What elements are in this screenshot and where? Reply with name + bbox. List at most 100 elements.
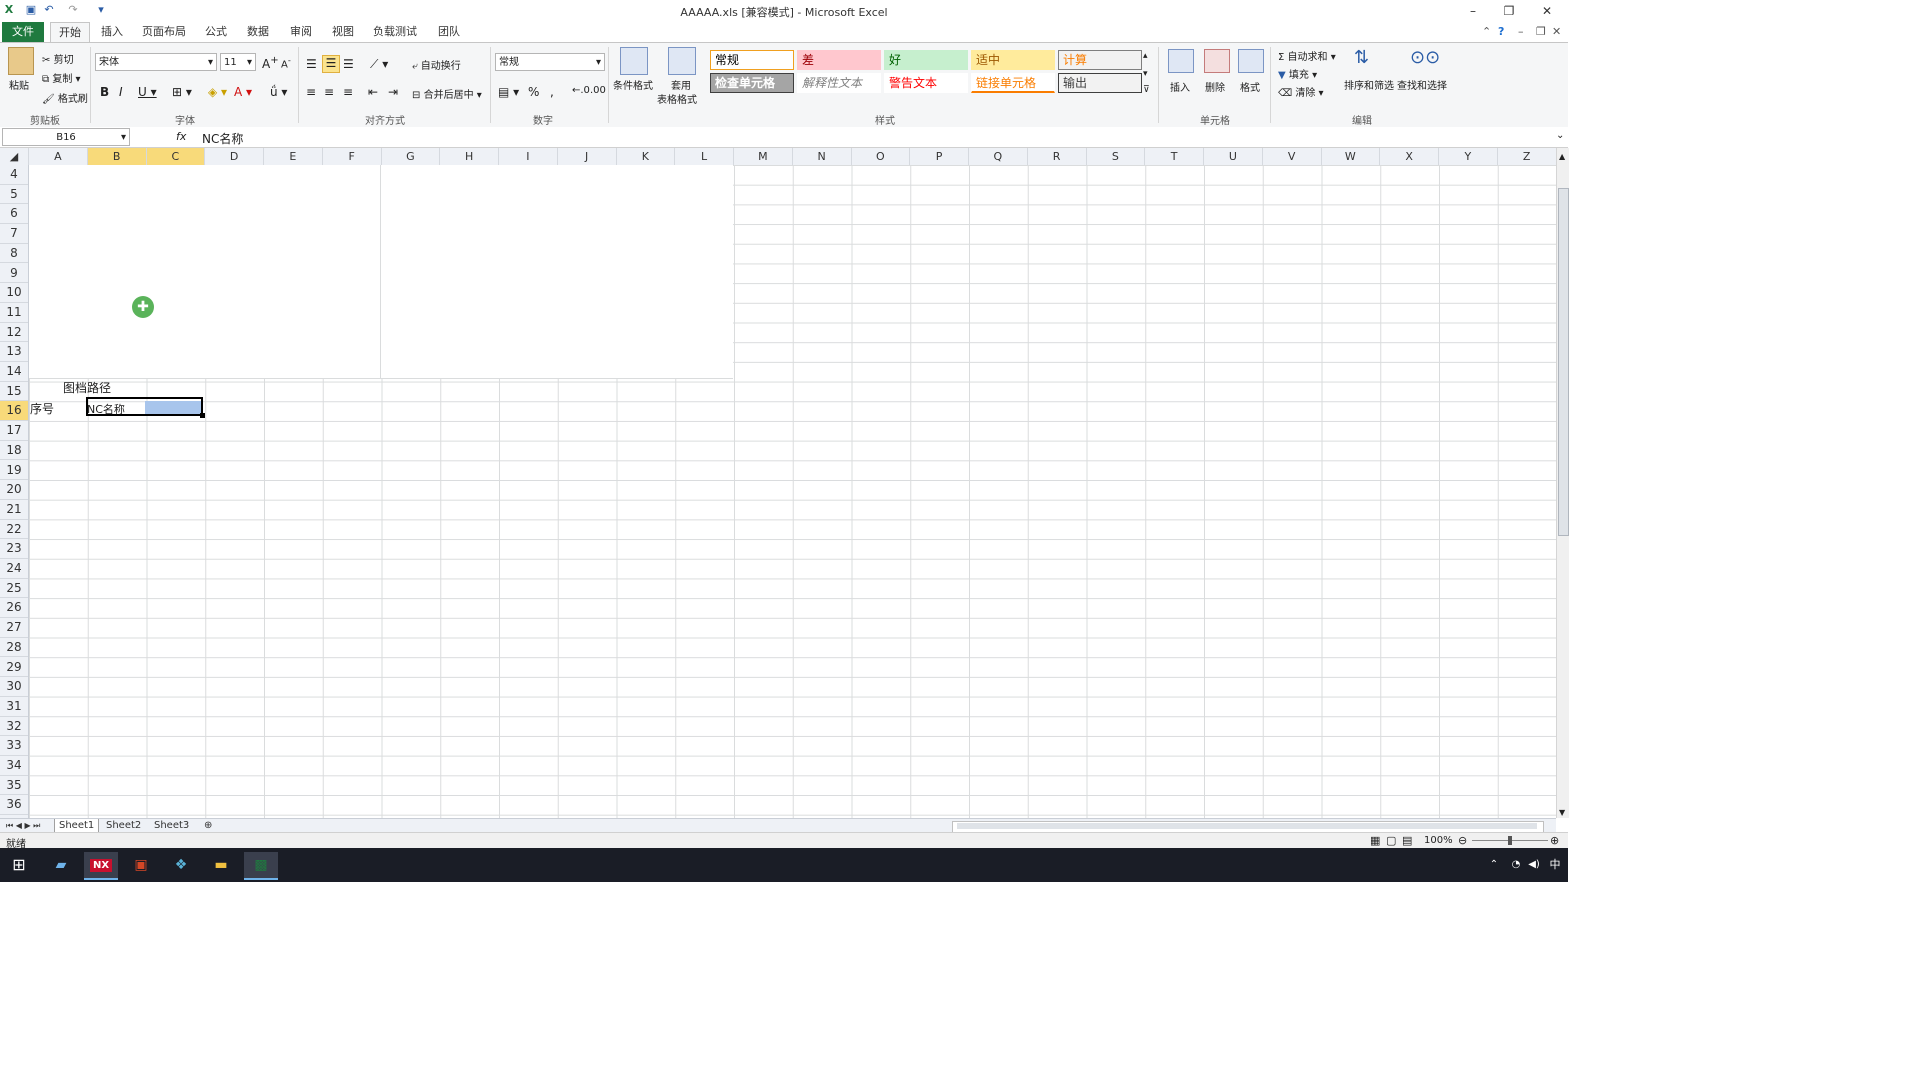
row-header-15[interactable]: 15 bbox=[0, 382, 28, 402]
column-header-b[interactable]: B bbox=[87, 148, 147, 165]
nx-app-icon[interactable]: NX bbox=[84, 852, 118, 880]
font-name-select[interactable]: 宋体 ▾ bbox=[95, 53, 217, 71]
align-left-icon[interactable]: ≡ bbox=[306, 85, 316, 99]
row-header-7[interactable]: 7 bbox=[0, 224, 28, 244]
shrink-font-icon[interactable]: A- bbox=[281, 55, 291, 70]
font-size-select[interactable]: 11 ▾ bbox=[220, 53, 256, 71]
table-format-button[interactable]: 表格格式 bbox=[657, 91, 697, 106]
sort-filter-icon[interactable]: ⇅ bbox=[1354, 47, 1369, 68]
clear-button[interactable]: ⌫ 清除 ▾ bbox=[1278, 84, 1324, 99]
row-header-23[interactable]: 23 bbox=[0, 539, 28, 559]
tab-formulas[interactable]: 公式 bbox=[202, 22, 230, 42]
name-box[interactable]: B16 ▾ bbox=[2, 128, 130, 146]
network-icon[interactable]: ◔ bbox=[1508, 852, 1524, 878]
column-header-c[interactable]: C bbox=[146, 148, 206, 165]
row-header-9[interactable]: 9 bbox=[0, 264, 28, 284]
cell-style-3[interactable]: 适中 bbox=[971, 50, 1055, 70]
autosum-button[interactable]: Σ 自动求和 ▾ bbox=[1278, 48, 1336, 63]
ribbon-minimize-icon[interactable]: ⌃ bbox=[1482, 25, 1491, 38]
cut-button[interactable]: ✂ 剪切 bbox=[42, 51, 74, 66]
volume-icon[interactable]: ◀) bbox=[1526, 852, 1542, 878]
column-header-v[interactable]: V bbox=[1263, 148, 1322, 165]
row-header-6[interactable]: 6 bbox=[0, 204, 28, 225]
row-header-25[interactable]: 25 bbox=[0, 579, 28, 599]
orientation-icon[interactable]: ⟋ ▾ bbox=[370, 57, 388, 72]
view-normal-icon[interactable]: ▦ bbox=[1370, 834, 1380, 847]
cell-style-9[interactable]: 输出 bbox=[1058, 73, 1142, 93]
border-icon[interactable]: ⊞ ▾ bbox=[172, 85, 192, 99]
column-header-o[interactable]: O bbox=[852, 148, 911, 165]
row-header-11[interactable]: 11 bbox=[0, 303, 28, 323]
minimize-button[interactable]: – bbox=[1458, 2, 1488, 20]
select-all-corner[interactable]: ◢ bbox=[0, 148, 29, 165]
view-page-layout-icon[interactable]: ▢ bbox=[1386, 834, 1396, 847]
row-header-36[interactable]: 36 bbox=[0, 795, 28, 816]
zoom-in-icon[interactable]: ⊕ bbox=[1550, 834, 1559, 847]
column-header-k[interactable]: K bbox=[617, 148, 676, 165]
conditional-format-button[interactable]: 条件格式 bbox=[613, 77, 653, 92]
cell-b16[interactable]: NC名称 bbox=[87, 401, 125, 417]
ime-icon[interactable]: 中 bbox=[1546, 852, 1564, 878]
row-header-21[interactable]: 21 bbox=[0, 500, 28, 520]
column-header-r[interactable]: R bbox=[1028, 148, 1087, 165]
column-header-y[interactable]: Y bbox=[1439, 148, 1498, 165]
row-header-13[interactable]: 13 bbox=[0, 342, 28, 362]
fill-button[interactable]: ▼ 填充 ▾ bbox=[1278, 66, 1317, 81]
excel-taskbar-icon[interactable]: ▩ bbox=[244, 852, 278, 880]
cell-style-5[interactable]: 检查单元格 bbox=[710, 73, 794, 93]
column-header-a[interactable]: A bbox=[29, 148, 88, 165]
column-header-e[interactable]: E bbox=[264, 148, 323, 165]
increase-decimal-icon[interactable]: ←.0 bbox=[572, 85, 590, 96]
app-icon-1[interactable]: ▰ bbox=[44, 852, 78, 878]
windows-start-icon[interactable]: ⊞ bbox=[2, 852, 36, 878]
currency-icon[interactable]: ▤ ▾ bbox=[498, 85, 519, 99]
binoculars-icon[interactable]: ⊙⊙ bbox=[1410, 47, 1440, 68]
tab-file[interactable]: 文件 bbox=[2, 22, 44, 42]
formula-content[interactable]: NC名称 bbox=[202, 130, 243, 147]
tab-load-test[interactable]: 负载测试 bbox=[371, 22, 419, 42]
tab-page-layout[interactable]: 页面布局 bbox=[140, 22, 188, 42]
scroll-up-icon[interactable]: ▲ bbox=[1559, 152, 1565, 161]
gallery-more-icon[interactable]: ⊽ bbox=[1143, 85, 1150, 95]
row-header-5[interactable]: 5 bbox=[0, 185, 28, 205]
align-right-icon[interactable]: ≡ bbox=[343, 85, 353, 99]
column-header-i[interactable]: I bbox=[499, 148, 558, 165]
format-painter-button[interactable]: 🖌 格式刷 bbox=[42, 90, 88, 105]
row-header-14[interactable]: 14 bbox=[0, 362, 28, 382]
zoom-level[interactable]: 100% bbox=[1424, 835, 1453, 846]
row-header-4[interactable]: 4 bbox=[0, 165, 28, 185]
find-select-button[interactable]: 查找和选择 bbox=[1397, 77, 1447, 92]
help-icon[interactable]: ? bbox=[1498, 25, 1504, 38]
align-middle-icon[interactable]: ☰ bbox=[322, 55, 340, 73]
row-header-33[interactable]: 33 bbox=[0, 736, 28, 756]
column-header-n[interactable]: N bbox=[793, 148, 852, 165]
zoom-slider-thumb[interactable] bbox=[1508, 836, 1512, 845]
align-bottom-icon[interactable]: ☰ bbox=[343, 57, 354, 71]
expand-formula-icon[interactable]: ⌄ bbox=[1556, 130, 1564, 141]
doc-restore-icon[interactable]: ❐ bbox=[1536, 25, 1546, 38]
bold-icon[interactable]: B bbox=[100, 85, 109, 99]
column-header-x[interactable]: X bbox=[1380, 148, 1439, 165]
column-header-s[interactable]: S bbox=[1087, 148, 1146, 165]
scroll-thumb[interactable] bbox=[1558, 188, 1569, 536]
cell-style-7[interactable]: 警告文本 bbox=[884, 73, 968, 93]
align-top-icon[interactable]: ☰ bbox=[306, 57, 317, 71]
row-header-18[interactable]: 18 bbox=[0, 441, 28, 461]
fill-color-icon[interactable]: ◈ ▾ bbox=[208, 85, 227, 99]
tray-chevron-icon[interactable]: ⌃ bbox=[1486, 852, 1502, 878]
column-header-p[interactable]: P bbox=[910, 148, 969, 165]
row-header-20[interactable]: 20 bbox=[0, 480, 28, 500]
row-header-10[interactable]: 10 bbox=[0, 283, 28, 303]
delete-cells-button[interactable]: 删除 bbox=[1205, 79, 1225, 94]
tab-insert[interactable]: 插入 bbox=[98, 22, 126, 42]
column-header-l[interactable]: L bbox=[675, 148, 734, 165]
number-format-select[interactable]: 常规 ▾ bbox=[495, 53, 605, 71]
doc-minimize-icon[interactable]: – bbox=[1518, 25, 1524, 38]
percent-icon[interactable]: % bbox=[528, 85, 539, 99]
column-header-d[interactable]: D bbox=[205, 148, 264, 165]
new-sheet-icon[interactable]: ⊕ bbox=[200, 819, 216, 833]
row-header-19[interactable]: 19 bbox=[0, 461, 28, 481]
delete-cells-icon[interactable] bbox=[1204, 49, 1230, 73]
insert-function-icon[interactable]: fx bbox=[176, 130, 186, 143]
italic-icon[interactable]: I bbox=[119, 85, 123, 99]
